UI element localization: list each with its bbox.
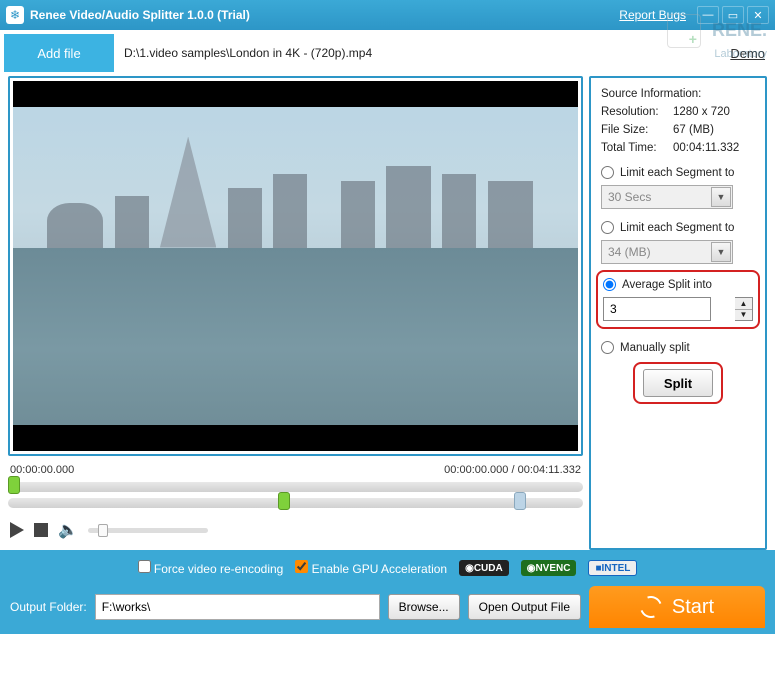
timeline-start-label: 00:00:00.000 [10,464,74,476]
options-panel: Source Information: Resolution:1280 x 72… [589,76,767,550]
avg-split-input[interactable] [603,297,711,321]
avg-split-radio[interactable] [603,278,616,291]
output-folder-input[interactable] [95,594,380,620]
timeline-position-label: 00:00:00.000 / 00:04:11.332 [444,464,581,476]
play-button[interactable] [10,522,24,538]
totaltime-label: Total Time: [601,142,673,154]
topbar: Add file D:\1.video samples\London in 4K… [0,30,775,76]
split-button[interactable]: Split [643,369,713,397]
intel-badge: ■ INTEL [588,560,637,576]
maximize-button[interactable]: ▭ [722,6,744,24]
limit-size-label: Limit each Segment to [620,222,734,234]
app-title: Renee Video/Audio Splitter 1.0.0 (Trial) [30,8,619,22]
force-reencode-label: Force video re-encoding [154,562,283,576]
stop-button[interactable] [34,523,48,537]
enable-gpu-label: Enable GPU Acceleration [312,562,447,576]
start-button[interactable]: Start [589,586,765,628]
cuda-badge: ◉ CUDA [459,560,509,576]
resolution-label: Resolution: [601,106,673,118]
minimize-button[interactable]: — [697,6,719,24]
resolution-value: 1280 x 720 [673,106,730,118]
volume-slider[interactable] [88,528,208,533]
avg-split-label: Average Split into [622,279,712,291]
output-folder-label: Output Folder: [10,600,87,614]
force-reencode-checkbox[interactable] [138,560,151,573]
add-file-button[interactable]: Add file [4,34,114,72]
spin-down-button[interactable]: ▼ [735,310,752,321]
limit-time-label: Limit each Segment to [620,167,734,179]
limit-size-radio[interactable] [601,221,614,234]
video-preview[interactable] [13,81,578,451]
volume-icon[interactable]: 🔈 [58,520,78,540]
app-icon: ❄ [6,6,24,24]
segment-slider[interactable] [8,498,583,508]
enable-gpu-checkbox[interactable] [295,560,308,573]
browse-button[interactable]: Browse... [388,594,460,620]
demo-link[interactable]: Demo [730,46,765,61]
refresh-icon [636,592,665,621]
video-preview-frame [8,76,583,456]
report-bugs-link[interactable]: Report Bugs [619,8,686,22]
volume-handle[interactable] [98,524,108,537]
spin-up-button[interactable]: ▲ [735,298,752,310]
segment-handle-a[interactable] [278,492,290,510]
limit-size-select[interactable] [601,240,733,264]
limit-time-select[interactable] [601,185,733,209]
limit-time-radio[interactable] [601,166,614,179]
manual-split-radio[interactable] [601,341,614,354]
close-button[interactable]: ✕ [747,6,769,24]
file-path-label: D:\1.video samples\London in 4K - (720p)… [114,46,730,60]
segment-handle-b[interactable] [514,492,526,510]
totaltime-value: 00:04:11.332 [673,142,739,154]
source-info-heading: Source Information: [601,88,755,100]
nvenc-badge: ◉ NVENC [521,560,577,576]
titlebar: ❄ Renee Video/Audio Splitter 1.0.0 (Tria… [0,0,775,30]
open-output-button[interactable]: Open Output File [468,594,581,620]
scrub-slider[interactable] [8,482,583,492]
scrub-handle[interactable] [8,476,20,494]
manual-split-label: Manually split [620,342,690,354]
filesize-label: File Size: [601,124,673,136]
filesize-value: 67 (MB) [673,124,714,136]
